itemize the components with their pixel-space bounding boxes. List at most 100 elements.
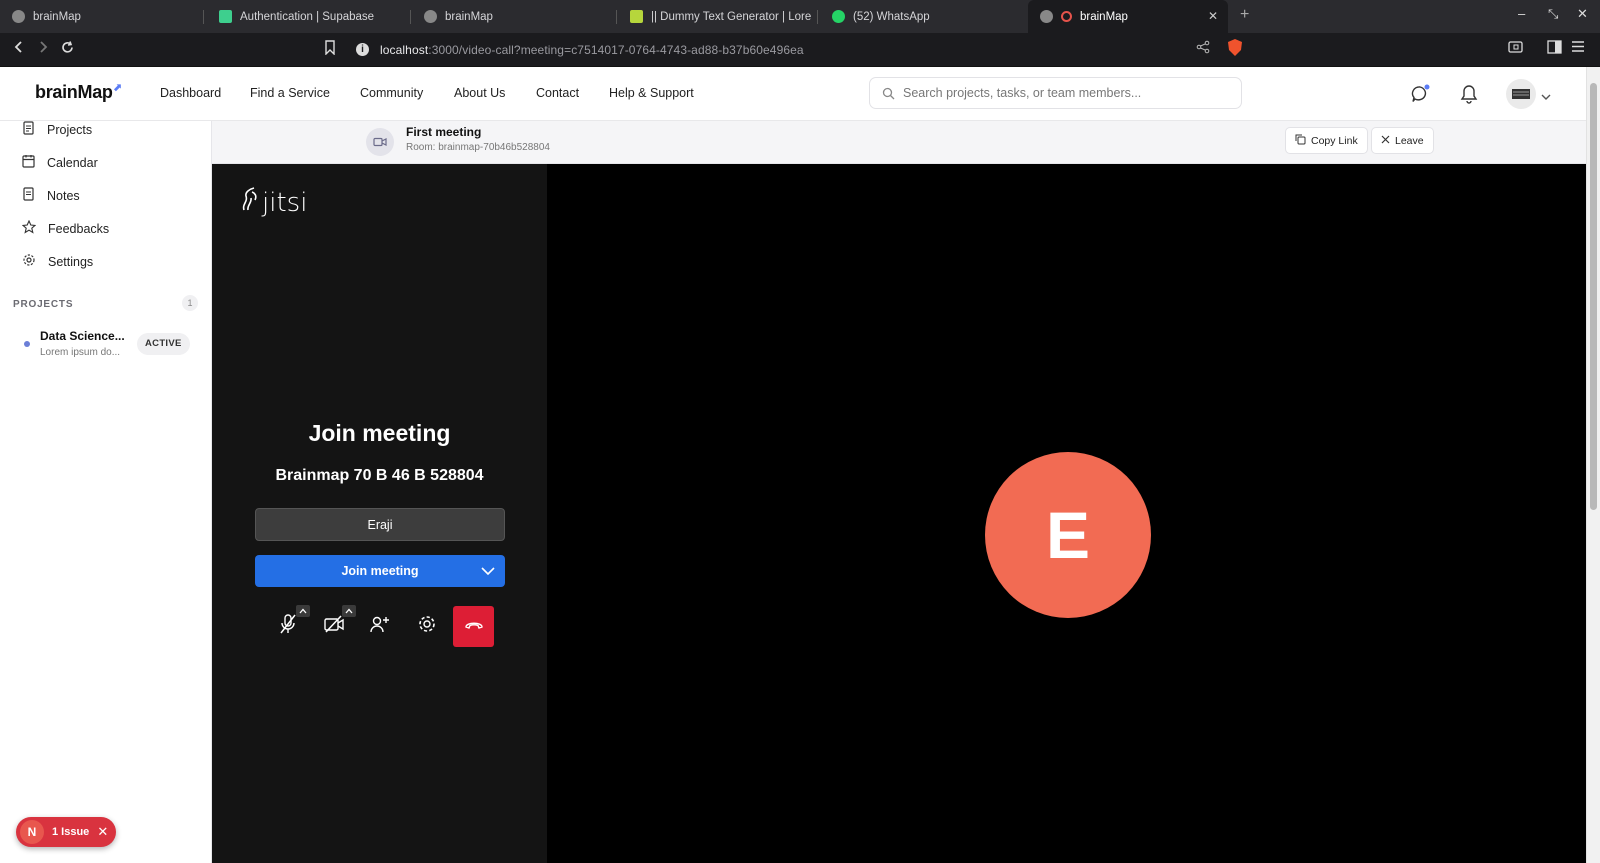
new-tab-icon[interactable]: + bbox=[1240, 6, 1249, 24]
nav-community[interactable]: Community bbox=[360, 86, 423, 100]
sidebar: Projects Calendar Notes Feedbacks Settin… bbox=[0, 121, 212, 863]
copy-icon bbox=[1295, 134, 1306, 148]
reload-icon[interactable] bbox=[60, 40, 75, 60]
back-icon[interactable] bbox=[12, 40, 26, 59]
browser-tab-active[interactable]: brainMap ✕ bbox=[1028, 0, 1228, 33]
browser-toolbar: i localhost:3000/video-call?meeting=c751… bbox=[0, 33, 1600, 67]
close-window-icon[interactable]: ✕ bbox=[1577, 6, 1588, 22]
page-scrollbar[interactable] bbox=[1586, 67, 1600, 863]
nav-contact[interactable]: Contact bbox=[536, 86, 579, 100]
chevron-down-icon[interactable] bbox=[480, 563, 496, 582]
sidebar-item-feedbacks[interactable]: Feedbacks bbox=[21, 219, 110, 237]
minimize-icon[interactable]: – bbox=[1518, 6, 1525, 21]
tab-label: || Dummy Text Generator | Lore bbox=[651, 10, 812, 23]
join-meeting-button[interactable]: Join meeting bbox=[255, 555, 505, 587]
bell-icon[interactable] bbox=[1460, 84, 1478, 109]
camera-off-icon bbox=[323, 614, 345, 638]
issues-indicator[interactable]: N 1 Issue ✕ bbox=[16, 817, 116, 847]
search-input[interactable] bbox=[903, 86, 1223, 100]
chevron-up-icon[interactable] bbox=[296, 605, 310, 617]
tab-label: brainMap bbox=[33, 10, 81, 23]
tab-separator bbox=[203, 10, 204, 24]
browser-tab[interactable]: || Dummy Text Generator | Lore bbox=[618, 0, 814, 33]
avatar[interactable] bbox=[1506, 79, 1536, 109]
jitsi-mark-icon bbox=[240, 186, 260, 219]
project-list-item[interactable]: Data Science... Lorem ipsum do... ACTIVE bbox=[22, 328, 192, 360]
whatsapp-icon bbox=[832, 10, 845, 23]
sidebar-item-notes[interactable]: Notes bbox=[22, 187, 80, 204]
phone-hangup-icon bbox=[464, 618, 484, 636]
address-bar[interactable]: i localhost:3000/video-call?meeting=c751… bbox=[350, 37, 1250, 63]
scrollbar-thumb[interactable] bbox=[1590, 83, 1597, 510]
lorem-icon bbox=[630, 10, 643, 23]
jitsi-logo: jitsi bbox=[240, 186, 307, 219]
gear-icon bbox=[22, 253, 36, 270]
add-user-icon bbox=[370, 614, 390, 639]
sidebar-item-label: Feedbacks bbox=[48, 221, 110, 236]
globe-icon bbox=[1040, 10, 1053, 23]
projects-count-badge: 1 bbox=[182, 295, 198, 311]
chevron-up-icon[interactable] bbox=[342, 605, 356, 617]
close-tab-icon[interactable]: ✕ bbox=[1208, 9, 1218, 23]
tab-separator bbox=[410, 10, 411, 24]
join-meeting-heading: Join meeting bbox=[308, 420, 451, 446]
status-badge: ACTIVE bbox=[137, 333, 190, 355]
app-header: brainMap⬈ Dashboard Find a Service Commu… bbox=[0, 67, 1586, 121]
info-icon[interactable]: i bbox=[356, 43, 369, 56]
nav-find-a-service[interactable]: Find a Service bbox=[250, 86, 330, 100]
recording-icon bbox=[1061, 11, 1072, 22]
search-icon bbox=[882, 87, 895, 100]
brainmap-logo[interactable]: brainMap⬈ bbox=[35, 81, 122, 103]
browser-tab[interactable]: Authentication | Supabase bbox=[207, 0, 407, 33]
sidebar-item-projects[interactable]: Projects bbox=[22, 121, 92, 138]
bookmark-icon[interactable] bbox=[324, 40, 336, 60]
copy-link-button[interactable]: Copy Link bbox=[1285, 127, 1368, 154]
browser-tab[interactable]: brainMap bbox=[0, 0, 200, 33]
sidebar-item-calendar[interactable]: Calendar bbox=[22, 154, 98, 171]
project-name: Data Science... bbox=[40, 329, 125, 343]
tab-label: brainMap bbox=[1080, 10, 1128, 23]
brave-shield-icon[interactable] bbox=[1226, 38, 1244, 63]
document-icon bbox=[22, 121, 35, 138]
nav-help-support[interactable]: Help & Support bbox=[609, 86, 694, 100]
room-name: Brainmap 70 B 46 B 528804 bbox=[275, 467, 484, 484]
settings-button[interactable] bbox=[407, 606, 447, 646]
meeting-room-id: Room: brainmap-70b46b528804 bbox=[406, 142, 550, 153]
issue-count-label: 1 Issue bbox=[52, 826, 90, 838]
supabase-icon bbox=[219, 10, 232, 23]
search-box[interactable] bbox=[869, 77, 1242, 109]
close-icon[interactable]: ✕ bbox=[97, 824, 108, 840]
sidebar-toggle-icon[interactable] bbox=[1547, 40, 1562, 59]
browser-tab[interactable]: (52) WhatsApp bbox=[820, 0, 1020, 33]
projects-section-title: PROJECTS bbox=[13, 299, 74, 310]
meeting-header: First meeting Room: brainmap-70b46b52880… bbox=[212, 121, 1586, 164]
chevron-down-icon[interactable] bbox=[1541, 88, 1551, 106]
tab-label: brainMap bbox=[445, 10, 493, 23]
leave-button[interactable]: Leave bbox=[1371, 127, 1434, 154]
share-icon[interactable] bbox=[1196, 40, 1210, 59]
display-name-input[interactable] bbox=[255, 508, 505, 541]
tab-separator bbox=[817, 10, 818, 24]
tab-label: (52) WhatsApp bbox=[853, 10, 930, 23]
calendar-icon bbox=[22, 154, 35, 171]
sidebar-item-settings[interactable]: Settings bbox=[22, 253, 93, 270]
hangup-button[interactable] bbox=[453, 606, 494, 647]
video-camera-icon bbox=[366, 128, 394, 156]
sidebar-item-label: Settings bbox=[48, 254, 94, 269]
chat-icon[interactable] bbox=[1410, 84, 1430, 109]
invite-people-button[interactable] bbox=[360, 606, 400, 646]
close-icon bbox=[1381, 135, 1390, 147]
forward-icon[interactable] bbox=[36, 40, 50, 59]
project-description: Lorem ipsum do... bbox=[40, 347, 121, 358]
menu-icon[interactable] bbox=[1571, 40, 1585, 58]
restore-icon[interactable]: ⤡ bbox=[1548, 6, 1558, 22]
browser-tab[interactable]: brainMap bbox=[412, 0, 612, 33]
sidebar-item-label: Projects bbox=[47, 122, 93, 137]
nav-about-us[interactable]: About Us bbox=[454, 86, 505, 100]
microphone-off-icon bbox=[278, 613, 298, 640]
wallet-icon[interactable] bbox=[1508, 40, 1523, 59]
notes-icon bbox=[22, 187, 35, 204]
nextjs-icon: N bbox=[20, 820, 44, 844]
nav-dashboard[interactable]: Dashboard bbox=[160, 86, 221, 100]
globe-icon bbox=[12, 10, 25, 23]
